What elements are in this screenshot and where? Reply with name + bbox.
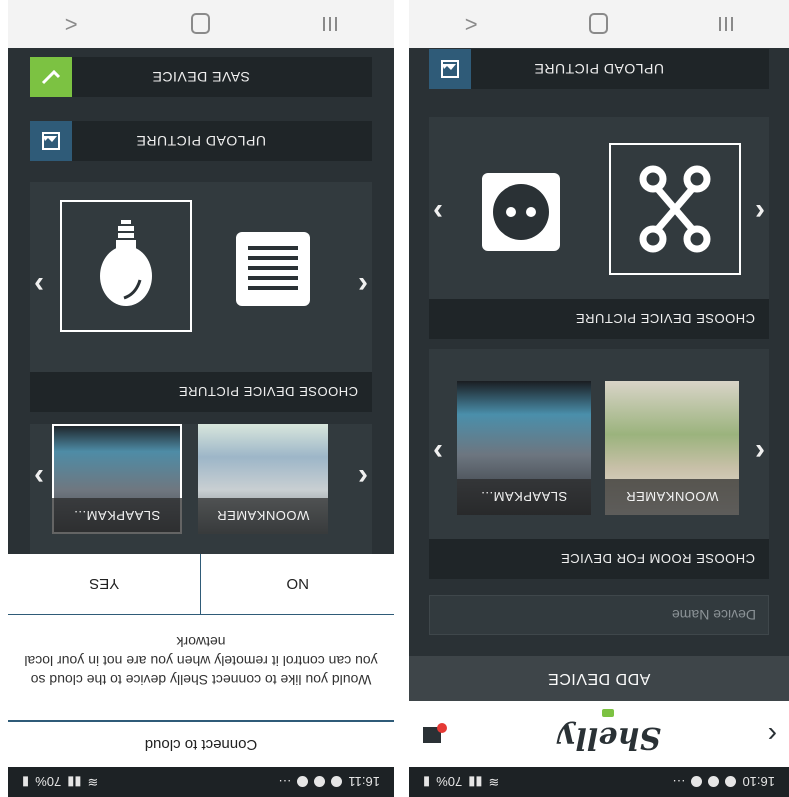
connect-cloud-dialog: Connect to cloud Would you like to conne… (8, 554, 394, 767)
add-device-header: ADD DEVICE (409, 656, 789, 701)
left-screenshot: 16:11 ··· ≋ ▮▮ 70% ▮ Connect to cloud Wo… (8, 0, 394, 797)
bulb-icon[interactable] (60, 200, 192, 332)
notification-icon (708, 776, 720, 788)
room-thumb-slaapkamer[interactable]: SLAAPKAM... (52, 424, 182, 534)
dialog-title: Connect to cloud (8, 720, 394, 767)
image-icon (429, 49, 471, 89)
room-thumb-woonkamer[interactable]: WOONKAMER (605, 381, 739, 515)
choose-room-title: CHOOSE ROOM FOR DEVICE (429, 539, 769, 579)
notification-icon (331, 776, 343, 788)
room-picker-card: ‹ WOONKAMER SLAAPKAM... › (30, 424, 372, 554)
app-bar: ‹ Shelly (409, 701, 789, 767)
home-icon[interactable] (588, 13, 608, 35)
upload-picture-button[interactable]: UPLOAD PICTURE (429, 49, 769, 89)
clock: 16:11 (348, 774, 380, 790)
status-bar: 16:10 ··· ≋ ▮▮ 70% ▮ (409, 767, 789, 797)
battery-text: 70% (35, 774, 62, 790)
back-icon[interactable]: < (465, 11, 478, 37)
system-navbar: < (8, 0, 394, 48)
prev-room-arrow[interactable]: ‹ (358, 460, 368, 494)
notification-icon (297, 776, 309, 788)
recent-apps-icon[interactable] (719, 17, 734, 31)
next-picture-arrow[interactable]: › (433, 195, 443, 229)
home-icon[interactable] (190, 13, 210, 35)
image-icon (30, 121, 72, 161)
device-picture-card: CHOOSE DEVICE PICTURE ‹ › (429, 117, 769, 339)
save-device-button[interactable]: SAVE DEVICE (30, 57, 372, 97)
back-icon[interactable]: ‹ (768, 719, 777, 751)
room-thumb-slaapkamer[interactable]: SLAAPKAM... (457, 381, 591, 515)
more-icon: ··· (672, 774, 686, 790)
battery-text: 70% (436, 774, 463, 790)
next-room-arrow[interactable]: › (433, 435, 443, 469)
check-icon (30, 57, 72, 97)
device-picture-card: CHOOSE DEVICE PICTURE ‹ › (30, 182, 372, 412)
notification-icon (314, 776, 326, 788)
clock: 16:10 (742, 774, 775, 790)
more-icon: ··· (278, 774, 292, 790)
relay-icon[interactable] (609, 143, 741, 275)
logo-accent (602, 709, 614, 717)
battery-icon: ▮ (423, 775, 431, 790)
status-bar: 16:11 ··· ≋ ▮▮ 70% ▮ (8, 767, 394, 797)
dialog-message: Would you like to connect Shelly device … (24, 634, 378, 688)
notification-icon (691, 776, 703, 788)
room-picker-card: CHOOSE ROOM FOR DEVICE ‹ WOONKAMER SLAAP… (429, 349, 769, 579)
choose-device-picture-title: CHOOSE DEVICE PICTURE (429, 299, 769, 339)
recent-apps-icon[interactable] (323, 17, 338, 31)
next-picture-arrow[interactable]: › (34, 268, 44, 302)
wifi-icon: ≋ (87, 775, 99, 790)
yes-button[interactable]: YES (8, 554, 201, 614)
upload-picture-button[interactable]: UPLOAD PICTURE (30, 121, 372, 161)
system-navbar: < (409, 0, 789, 48)
prev-picture-arrow[interactable]: ‹ (755, 195, 765, 229)
right-screenshot: 16:10 ··· ≋ ▮▮ 70% ▮ ‹ Shelly ADD DEVICE (409, 0, 789, 797)
alert-dot (437, 723, 447, 733)
prev-picture-arrow[interactable]: ‹ (358, 268, 368, 302)
signal-icon: ▮▮ (67, 775, 82, 790)
back-icon[interactable]: < (65, 11, 78, 37)
signal-icon: ▮▮ (468, 775, 483, 790)
battery-icon: ▮ (22, 775, 30, 790)
choose-device-picture-title: CHOOSE DEVICE PICTURE (30, 372, 372, 412)
shelly-logo: Shelly (558, 720, 661, 755)
no-button[interactable]: NO (200, 554, 394, 614)
room-thumb-woonkamer[interactable]: WOONKAMER (198, 424, 328, 534)
prev-room-arrow[interactable]: ‹ (755, 435, 765, 469)
dialog-buttons: NO YES (8, 554, 394, 615)
socket-icon[interactable] (478, 169, 564, 255)
device-name-input[interactable]: Device Name (429, 595, 769, 635)
next-room-arrow[interactable]: › (34, 460, 44, 494)
roller-shutter-icon[interactable] (230, 226, 316, 312)
notification-icon (725, 776, 737, 788)
wifi-icon: ≋ (488, 775, 500, 790)
